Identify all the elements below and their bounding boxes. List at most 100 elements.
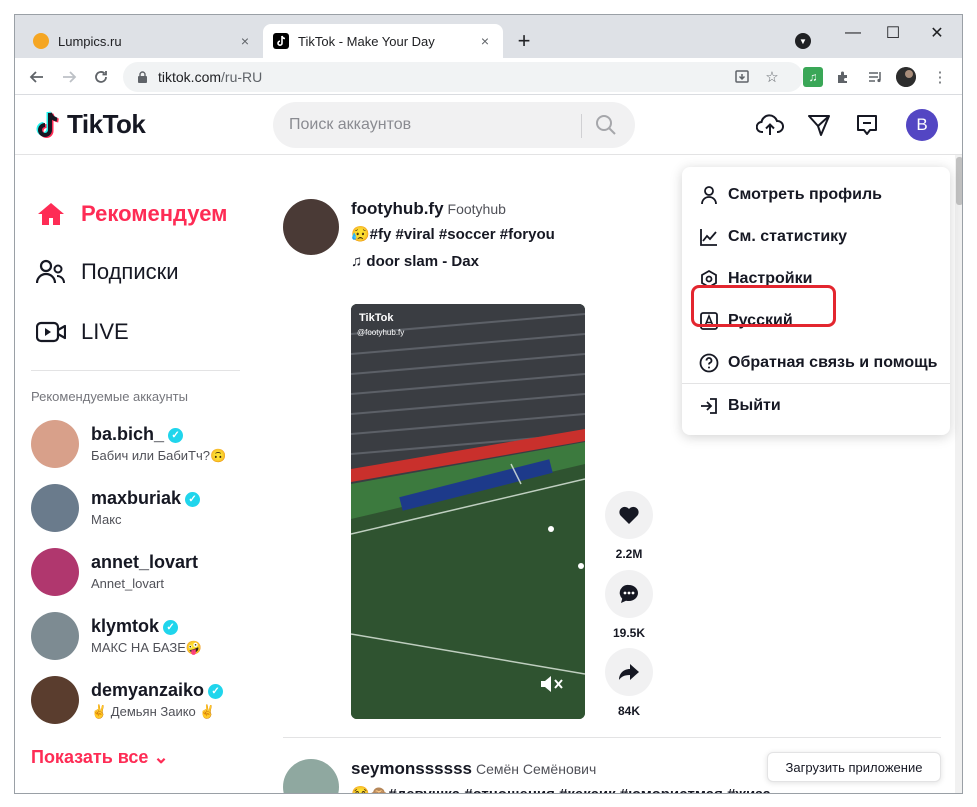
- account-nickname: ✌ Демьян Заико ✌: [91, 704, 216, 719]
- forward-arrow-icon[interactable]: [56, 64, 82, 90]
- scrollbar-thumb[interactable]: [956, 157, 962, 205]
- menu-divider: [682, 383, 950, 384]
- search-icon[interactable]: [595, 114, 617, 136]
- author-nickname: Семён Семёнович: [475, 761, 597, 777]
- url-path: /ru-RU: [221, 69, 263, 85]
- share-count: 84K: [617, 704, 640, 718]
- account-username: klymtok ✓: [91, 616, 179, 637]
- browser-menu-icon[interactable]: ⋮: [930, 67, 950, 87]
- reload-icon[interactable]: [88, 64, 114, 90]
- back-arrow-icon[interactable]: [24, 64, 50, 90]
- tiktok-logo[interactable]: TikTok: [35, 109, 146, 140]
- avatar: [31, 420, 79, 468]
- suggested-account[interactable]: maxburiak ✓ Макс: [31, 484, 251, 534]
- author-avatar[interactable]: [283, 199, 339, 255]
- account-nickname: МАКС НА БАЗЕ🤪: [91, 640, 203, 655]
- suggested-account[interactable]: demyanzaiko ✓ ✌ Демьян Заико ✌: [31, 676, 251, 726]
- verified-badge-icon: ✓: [168, 428, 184, 443]
- comment-count: 19.5K: [612, 626, 646, 640]
- profile-avatar-icon[interactable]: [896, 67, 916, 87]
- menu-item-statistics[interactable]: См. статистику: [698, 225, 847, 249]
- menu-item-feedback-help[interactable]: Обратная связь и помощь: [698, 351, 938, 375]
- menu-item-view-profile[interactable]: Смотреть профиль: [698, 183, 882, 207]
- live-icon: [35, 316, 67, 348]
- author-nickname: Footyhub: [447, 201, 506, 217]
- nav-label: LIVE: [81, 319, 129, 344]
- tiktok-header: TikTok B: [15, 95, 962, 155]
- author-avatar[interactable]: [283, 759, 339, 793]
- verified-badge-icon: ✓: [208, 684, 224, 699]
- page-scrollbar[interactable]: [955, 155, 962, 793]
- tab-strip: Lumpics.ru × TikTok - Make Your Day × + …: [15, 15, 962, 58]
- video-player[interactable]: TikTok @footyhub.fy: [351, 304, 585, 719]
- send-message-icon[interactable]: [805, 111, 833, 139]
- tab-lumpics[interactable]: Lumpics.ru ×: [23, 24, 263, 58]
- chevron-down-icon: ⌄: [153, 747, 169, 767]
- tab-search-icon[interactable]: ▼: [795, 33, 811, 49]
- video-watermark: TikTok: [359, 312, 394, 324]
- tab-title: TikTok - Make Your Day: [298, 33, 435, 49]
- feed-divider: [283, 737, 941, 738]
- account-username: maxburiak ✓: [91, 488, 201, 509]
- person-icon: [698, 184, 720, 206]
- account-nickname: Макс: [91, 512, 122, 527]
- avatar: [31, 484, 79, 532]
- video-frame: [351, 304, 585, 719]
- sidebar-divider: [31, 370, 240, 371]
- comment-action[interactable]: 19.5K: [605, 570, 653, 640]
- search-input[interactable]: [289, 116, 579, 134]
- minimize-button[interactable]: —: [833, 19, 873, 47]
- avatar: [31, 548, 79, 596]
- tab-title: Lumpics.ru: [58, 33, 122, 49]
- close-window-button[interactable]: ✕: [917, 19, 957, 47]
- like-action[interactable]: 2.2M: [605, 491, 653, 561]
- tiktok-page: TikTok B: [15, 95, 962, 793]
- video-handle: @footyhub.fy: [357, 328, 405, 337]
- tab-close-icon[interactable]: ×: [237, 33, 253, 49]
- mute-icon[interactable]: [539, 674, 565, 694]
- get-app-button[interactable]: Загрузить приложение: [767, 752, 941, 782]
- post-author[interactable]: seymonssssss Семён Семёнович: [351, 759, 596, 779]
- logo-text: TikTok: [67, 109, 146, 139]
- post-author[interactable]: footyhub.fy Footyhub: [351, 199, 506, 219]
- browser-toolbar: tiktok.com/ru-RU ☆ ♫ ⋮: [15, 58, 962, 95]
- sidebar: Рекомендуем Подписки LIVE Рекомендуемые …: [15, 156, 255, 793]
- help-icon: [698, 352, 720, 374]
- nav-live[interactable]: LIVE: [35, 312, 129, 352]
- music-extension-icon[interactable]: ♫: [803, 67, 823, 87]
- inbox-icon[interactable]: [853, 111, 881, 139]
- new-tab-button[interactable]: +: [511, 28, 537, 54]
- bookmark-star-icon[interactable]: ☆: [763, 68, 781, 86]
- like-count: 2.2M: [615, 547, 643, 561]
- avatar: [31, 676, 79, 724]
- show-all-button[interactable]: Показать все ⌄: [31, 747, 169, 768]
- post-music[interactable]: ♫ door slam - Dax: [351, 253, 479, 270]
- tiktok-favicon-icon: [273, 33, 289, 49]
- nav-label: Подписки: [81, 259, 179, 284]
- lock-icon: [137, 70, 148, 84]
- account-nickname: Annet_lovart: [91, 576, 164, 591]
- search-divider: [581, 114, 582, 138]
- tiktok-logo-icon: [36, 110, 59, 138]
- upload-cloud-icon[interactable]: [756, 111, 784, 139]
- tab-close-icon[interactable]: ×: [477, 33, 493, 49]
- suggested-account[interactable]: annet_lovart Annet_lovart: [31, 548, 251, 598]
- maximize-button[interactable]: ☐: [873, 19, 913, 47]
- menu-item-logout[interactable]: Выйти: [698, 394, 781, 418]
- suggested-account[interactable]: ba.bich_ ✓ Бабич или БабиТч?🙃: [31, 420, 251, 470]
- nav-for-you[interactable]: Рекомендуем: [35, 194, 227, 234]
- suggested-account[interactable]: klymtok ✓ МАКС НА БАЗЕ🤪: [31, 612, 251, 662]
- post-description: 😥#fy #viral #soccer #foryou: [351, 226, 555, 243]
- user-avatar[interactable]: B: [906, 109, 938, 141]
- post-description: 😂🙈#девушка #отношения #кексик #юмористма…: [351, 785, 771, 793]
- search-bar: [273, 102, 635, 148]
- tab-tiktok[interactable]: TikTok - Make Your Day ×: [263, 24, 503, 58]
- extensions-puzzle-icon[interactable]: [833, 67, 853, 87]
- address-bar[interactable]: tiktok.com/ru-RU: [123, 62, 803, 92]
- media-control-icon[interactable]: [865, 67, 885, 87]
- share-action[interactable]: 84K: [605, 648, 653, 718]
- install-app-icon[interactable]: [733, 68, 751, 86]
- nav-following[interactable]: Подписки: [35, 252, 179, 292]
- verified-badge-icon: ✓: [185, 492, 201, 507]
- account-username: annet_lovart: [91, 552, 199, 572]
